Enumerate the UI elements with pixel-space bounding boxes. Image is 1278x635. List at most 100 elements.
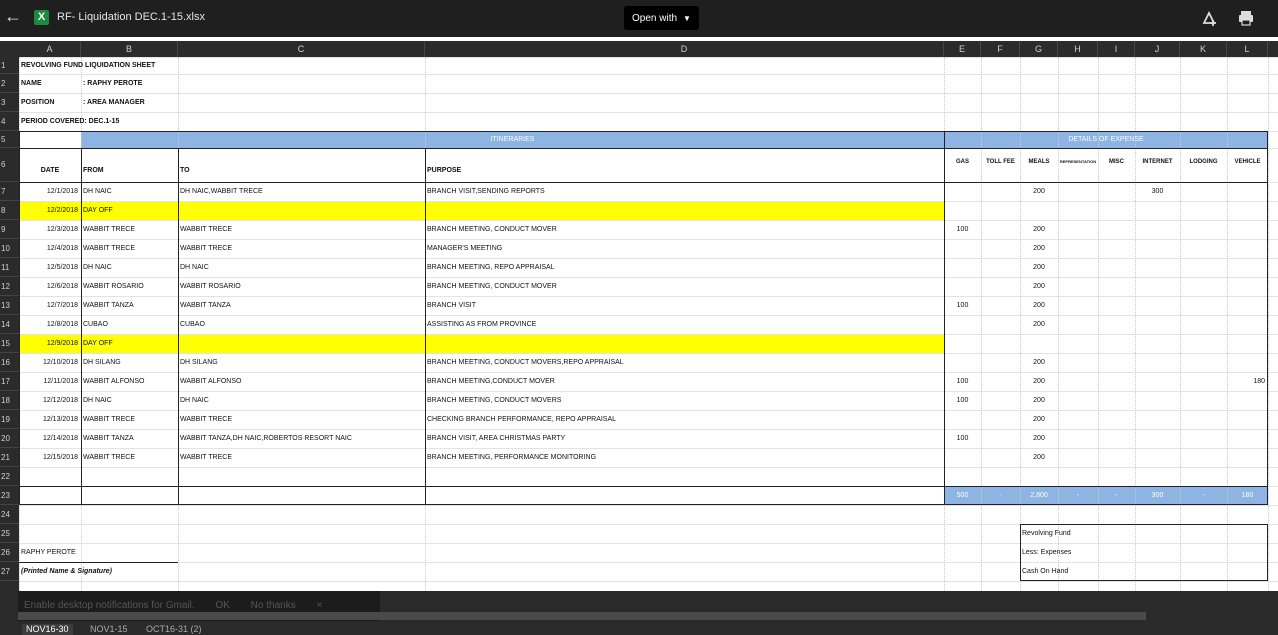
row-header[interactable]: 3 — [0, 93, 19, 112]
sheet-tab[interactable]: NOV1-15 — [86, 624, 132, 635]
row-header[interactable]: 20 — [0, 429, 19, 448]
open-with-button[interactable]: Open with ▼ — [624, 6, 699, 30]
file-name: RF- Liquidation DEC.1-15.xlsx — [57, 11, 205, 23]
name-label: NAME — [21, 80, 42, 87]
column-header-h[interactable]: H — [1058, 41, 1098, 57]
row-header[interactable]: 14 — [0, 315, 19, 334]
signer-name: RAPHY PEROTE — [21, 549, 76, 556]
column-header-d[interactable]: D — [425, 41, 944, 57]
row-purpose: BRANCH MEETING, PERFORMANCE MONITORING — [427, 454, 597, 461]
row-to — [178, 334, 425, 353]
row-date: 12/12/2018 — [42, 397, 78, 404]
column-header-b[interactable]: B — [81, 41, 178, 57]
row-header[interactable]: 27 — [0, 562, 19, 581]
total-value: 2,800 — [1030, 492, 1048, 499]
row-header[interactable]: 9 — [0, 220, 19, 239]
row-meals: 200 — [1033, 264, 1045, 271]
sheet-grid: REVOLVING FUND LIQUIDATION SHEET NAME: RA… — [19, 57, 1278, 591]
row-to: WABBIT ROSARIO — [180, 283, 241, 290]
notification-no-thanks-button[interactable]: No thanks — [251, 600, 296, 611]
row-date: 12/6/2018 — [46, 283, 78, 290]
row-header[interactable]: 22 — [0, 467, 19, 486]
row-header[interactable]: 24 — [0, 505, 19, 524]
row-header[interactable]: 26 — [0, 543, 19, 562]
add-to-drive-icon[interactable] — [1199, 8, 1219, 28]
header-misc: MISC — [1109, 159, 1124, 165]
row-header[interactable]: 15 — [0, 334, 19, 353]
row-header[interactable]: 6 — [0, 148, 19, 182]
grid-line — [19, 581, 1278, 582]
row-from: WABBIT ALFONSO — [83, 378, 145, 385]
header-rm-vehicle: R &M VEHICLE — [1234, 159, 1261, 165]
row-date: 12/2/2018 — [46, 207, 78, 214]
row-to: DH SILANG — [180, 359, 218, 366]
row-date: 12/1/2018 — [46, 188, 78, 195]
column-header-k[interactable]: K — [1180, 41, 1227, 57]
total-value: - — [1076, 492, 1080, 499]
column-header-g[interactable]: G — [1020, 41, 1058, 57]
row-header[interactable]: 21 — [0, 448, 19, 467]
row-header[interactable]: 4 — [0, 112, 19, 131]
header-load: LOAD / INTERNET — [1142, 159, 1173, 165]
row-gas: 100 — [956, 397, 969, 404]
row-header[interactable]: 2 — [0, 74, 19, 93]
row-meals: 200 — [1033, 302, 1045, 309]
sheet-title: REVOLVING FUND LIQUIDATION SHEET — [21, 62, 156, 69]
row-from: WABBIT TANZA — [83, 435, 134, 442]
row-header[interactable]: 18 — [0, 391, 19, 410]
close-icon[interactable]: × — [316, 600, 322, 611]
column-header-i[interactable]: I — [1098, 41, 1135, 57]
row-header[interactable]: 13 — [0, 296, 19, 315]
row-header[interactable]: 23 — [0, 486, 19, 505]
row-header[interactable]: 16 — [0, 353, 19, 372]
bottom-bar: Enable desktop notifications for Gmail. … — [0, 591, 1278, 635]
row-purpose: BRANCH VISIT, AREA CHRISTMAS PARTY — [427, 435, 566, 442]
row-header[interactable]: 12 — [0, 277, 19, 296]
itineraries-label: ITINERARIES — [490, 136, 535, 143]
column-header-a[interactable]: A — [19, 41, 81, 57]
row-header[interactable]: 5 — [0, 131, 19, 148]
column-header-j[interactable]: J — [1135, 41, 1180, 57]
row-meals: 200 — [1033, 188, 1045, 195]
horizontal-scrollbar[interactable] — [18, 612, 1146, 620]
row-date: 12/13/2018 — [42, 416, 78, 423]
column-header-c[interactable]: C — [178, 41, 425, 57]
row-header[interactable]: 17 — [0, 372, 19, 391]
total-value: 300 — [1151, 492, 1164, 499]
row-meals: 200 — [1033, 245, 1045, 252]
grid-line — [19, 93, 1278, 94]
row-from: WABBIT TRECE — [83, 416, 135, 423]
print-icon[interactable] — [1236, 8, 1256, 28]
column-header-e[interactable]: E — [944, 41, 981, 57]
row-gas: 100 — [956, 435, 969, 442]
row-date: 12/9/2018 — [46, 340, 78, 347]
row-from: DH NAIC — [83, 188, 112, 195]
row-to: WABBIT TANZA,DH NAIC,ROBERTOS RESORT NAI… — [180, 435, 352, 442]
row-to: DH NAIC — [180, 264, 209, 271]
row-header[interactable]: 11 — [0, 258, 19, 277]
row-purpose: CHECKING BRANCH PERFORMANCE, REPO APPRAI… — [427, 416, 617, 423]
column-header-f[interactable]: F — [981, 41, 1020, 57]
row-from: WABBIT TANZA — [83, 302, 134, 309]
row-header[interactable]: 8 — [0, 201, 19, 220]
sheet-tab[interactable]: OCT16-31 (2) — [142, 624, 206, 635]
header-gas: GAS — [955, 159, 969, 165]
column-header-l[interactable]: L — [1227, 41, 1268, 57]
grid-line — [19, 112, 1278, 113]
row-header[interactable]: 19 — [0, 410, 19, 429]
grid-line — [19, 74, 1278, 75]
total-value: - — [1202, 492, 1205, 499]
grid-line — [1268, 57, 1269, 591]
row-meals: 200 — [1033, 397, 1045, 404]
back-arrow-icon[interactable]: ← — [4, 6, 22, 27]
notification-ok-button[interactable]: OK — [215, 600, 229, 611]
row-meals: 200 — [1033, 454, 1045, 461]
row-header[interactable]: 1 — [0, 57, 19, 74]
row-header[interactable]: 25 — [0, 524, 19, 543]
row-to: WABBIT TRECE — [180, 245, 232, 252]
row-purpose: BRANCH MEETING, CONDUCT MOVER — [427, 226, 557, 233]
header-transpo: TRANSPO / TOLL FEE — [986, 159, 1015, 165]
row-header[interactable]: 7 — [0, 182, 19, 201]
sheet-tab[interactable]: NOV16-30 — [22, 624, 73, 635]
row-header[interactable]: 10 — [0, 239, 19, 258]
